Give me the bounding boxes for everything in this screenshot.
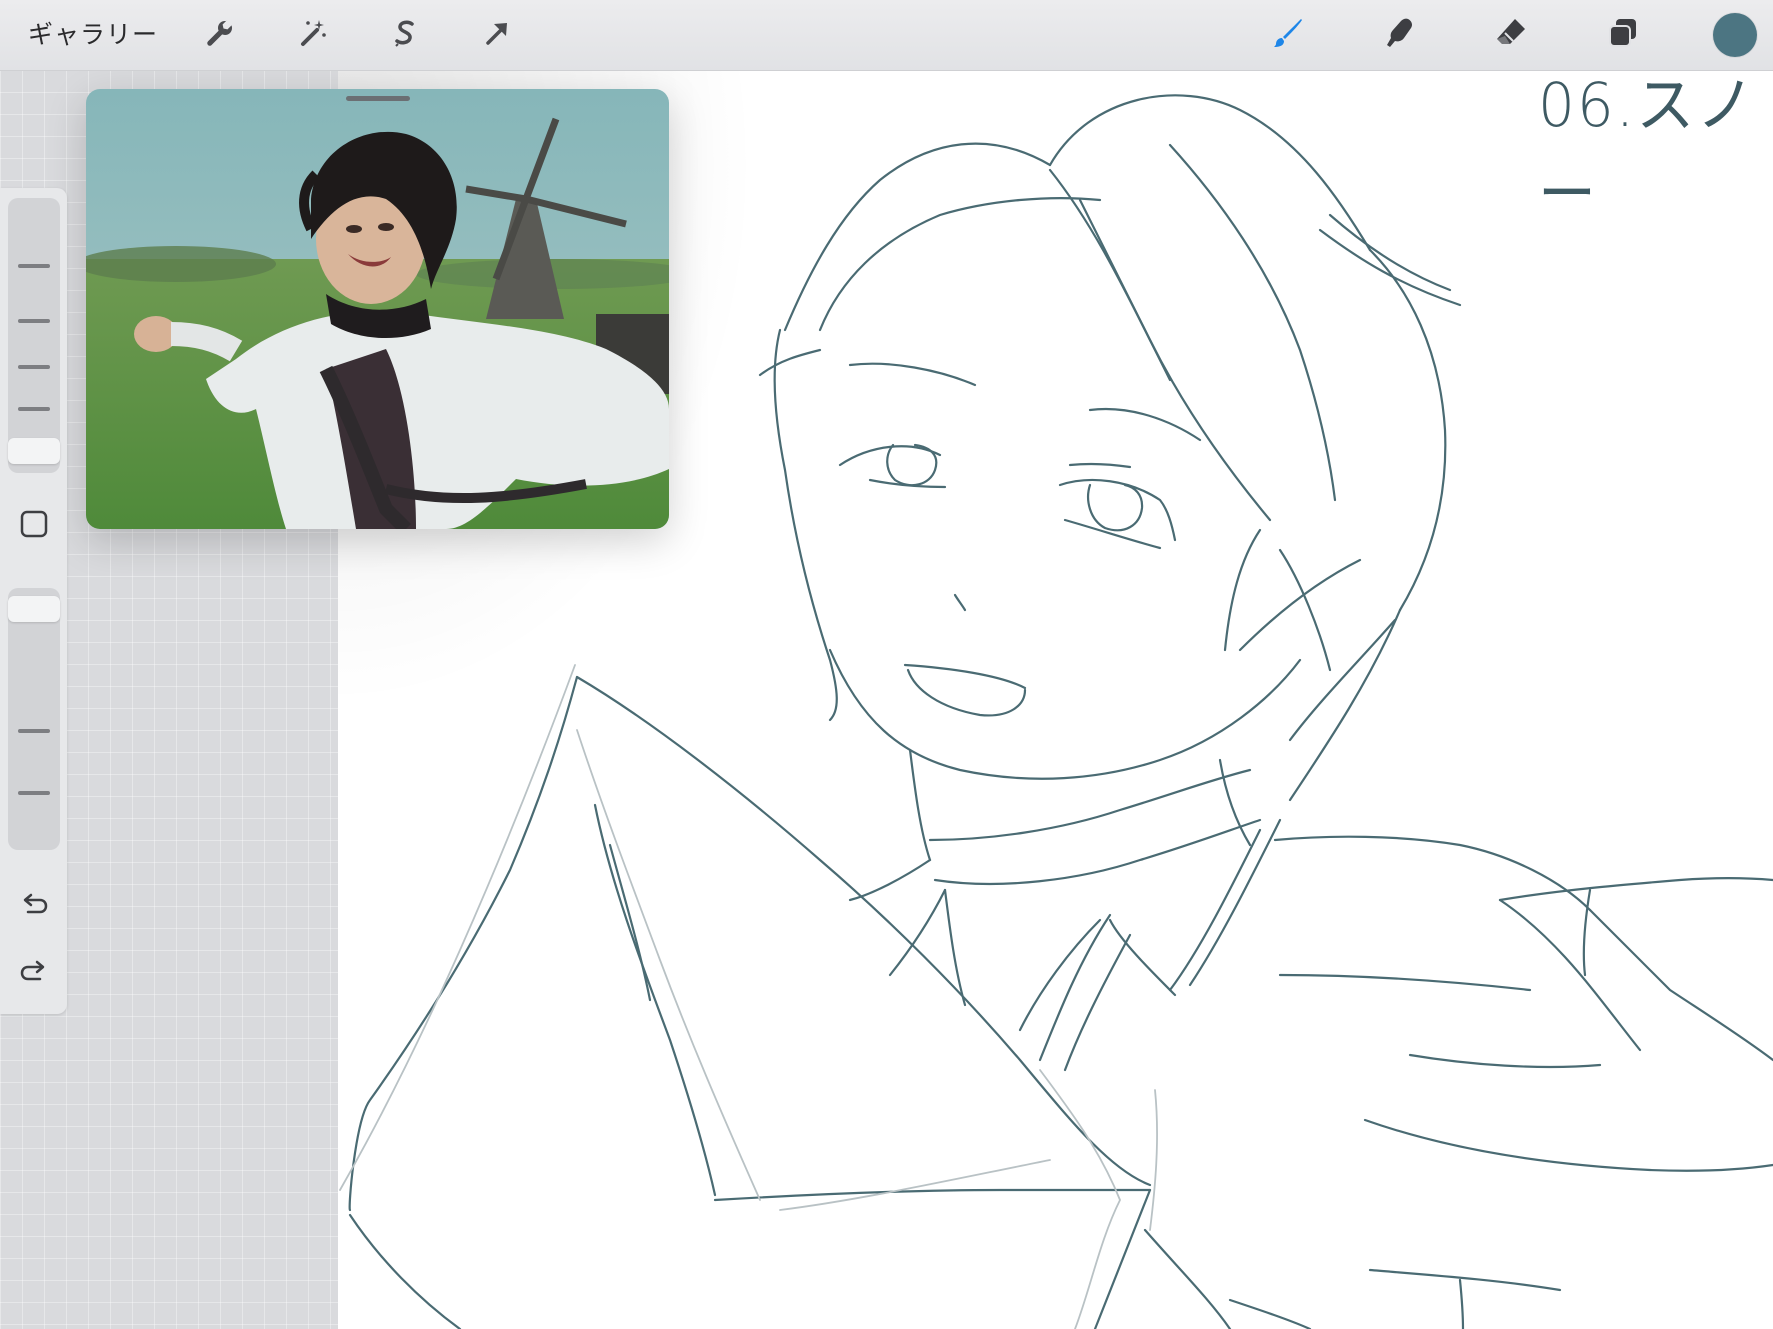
size-tick [18, 319, 50, 323]
reference-window-grabber[interactable] [346, 96, 410, 101]
smudge-tool-button[interactable] [1377, 13, 1421, 57]
eraser-icon [1494, 16, 1528, 54]
wrench-icon [202, 16, 236, 54]
redo-icon [18, 955, 50, 991]
undo-icon [18, 888, 50, 924]
color-picker-button[interactable] [1713, 13, 1757, 57]
brush-opacity-slider[interactable] [8, 588, 60, 850]
adjustments-button[interactable] [290, 13, 334, 57]
modify-button[interactable] [16, 508, 52, 544]
selection-button[interactable] [383, 13, 427, 57]
size-tick [18, 264, 50, 268]
brush-tool-button[interactable] [1266, 13, 1310, 57]
top-toolbar: ギャラリー [0, 0, 1773, 71]
arrow-cursor-icon [480, 16, 514, 54]
canvas-label: 06.スノー [1538, 69, 1757, 230]
actions-button[interactable] [197, 13, 241, 57]
brush-opacity-handle[interactable] [8, 596, 60, 622]
layers-button[interactable] [1601, 13, 1645, 57]
gallery-button[interactable]: ギャラリー [28, 16, 158, 54]
selection-s-icon [388, 16, 422, 54]
undo-button[interactable] [16, 888, 52, 924]
brush-icon [1271, 16, 1305, 54]
reference-window[interactable] [86, 89, 669, 529]
opacity-tick [18, 729, 50, 733]
size-tick [18, 407, 50, 411]
opacity-tick [18, 791, 50, 795]
size-tick [18, 365, 50, 369]
left-sidebar [0, 188, 67, 1014]
layers-icon [1606, 16, 1640, 54]
transform-button[interactable] [475, 13, 519, 57]
magic-wand-icon [295, 16, 329, 54]
eraser-tool-button[interactable] [1489, 13, 1533, 57]
smudge-finger-icon [1382, 16, 1416, 54]
square-modify-icon [18, 508, 50, 544]
brush-size-handle[interactable] [8, 438, 60, 464]
redo-button[interactable] [16, 955, 52, 991]
reference-photo [86, 89, 669, 529]
brush-size-slider[interactable] [8, 198, 60, 473]
